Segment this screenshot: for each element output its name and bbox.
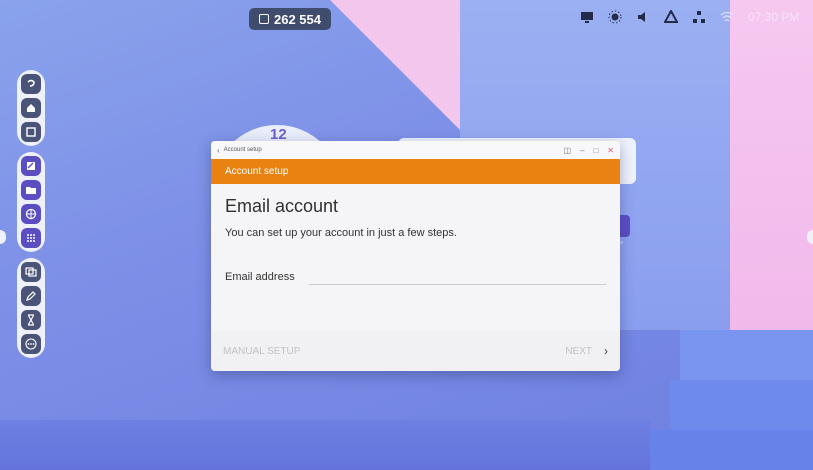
volume-icon[interactable] — [636, 10, 650, 24]
description-text: You can set up your account in just a fe… — [225, 227, 457, 239]
apps-icon[interactable] — [21, 228, 41, 248]
background-shape — [0, 420, 650, 470]
toolbar-group — [17, 70, 45, 146]
next-label: NEXT — [565, 345, 592, 357]
device-counter: 262 554 — [249, 8, 331, 30]
maximize-icon[interactable]: □ — [593, 146, 598, 155]
wifi-icon[interactable] — [720, 10, 734, 24]
home-icon[interactable] — [21, 98, 41, 118]
dialog-footer: MANUAL SETUP NEXT › — [211, 331, 620, 371]
whiteboard-icon[interactable] — [21, 156, 41, 176]
toolbar-group — [17, 258, 45, 358]
dialog-content: Email account You can set up your accoun… — [211, 184, 620, 285]
device-icon — [259, 14, 269, 24]
background-shape — [680, 330, 813, 380]
brightness-icon[interactable] — [608, 10, 622, 24]
next-button[interactable]: NEXT › — [565, 344, 608, 358]
timer-icon[interactable] — [21, 310, 41, 330]
back-icon[interactable] — [21, 74, 41, 94]
background-shape — [730, 0, 813, 330]
account-setup-dialog: ‹ Account setup ◫ – □ ✕ Account setup Em… — [211, 141, 620, 371]
split-view-icon[interactable]: ◫ — [563, 146, 571, 155]
counter-value: 262 554 — [274, 11, 321, 27]
cast-icon[interactable] — [664, 10, 678, 24]
manual-setup-button[interactable]: MANUAL SETUP — [223, 346, 300, 357]
screen-share-icon[interactable] — [21, 262, 41, 282]
email-field-row: Email address — [225, 266, 606, 285]
dialog-header: Account setup — [211, 159, 620, 184]
background-shape — [670, 380, 813, 430]
status-bar: 07:30 PM — [580, 10, 799, 24]
browser-icon[interactable] — [21, 204, 41, 224]
minimize-icon[interactable]: – — [580, 146, 584, 155]
more-icon[interactable] — [21, 334, 41, 354]
background-shape — [330, 0, 460, 130]
annotate-icon[interactable] — [21, 286, 41, 306]
clock-time: 07:30 PM — [748, 10, 800, 24]
email-label: Email address — [225, 271, 295, 283]
window-titlebar: ‹ Account setup ◫ – □ ✕ — [211, 141, 620, 159]
background-shape — [650, 430, 813, 470]
network-icon[interactable] — [692, 10, 706, 24]
side-toolbar — [17, 70, 45, 364]
email-field[interactable] — [308, 266, 606, 285]
chevron-right-icon: › — [604, 344, 608, 358]
toolbar-group — [17, 152, 45, 252]
window-title: Account setup — [223, 147, 262, 153]
window-icon[interactable] — [21, 122, 41, 142]
window-controls: ◫ – □ ✕ — [563, 146, 614, 155]
back-chevron-icon[interactable]: ‹ — [217, 146, 220, 155]
page-title: Email account — [225, 196, 339, 216]
folder-icon[interactable] — [21, 180, 41, 200]
close-icon[interactable]: ✕ — [607, 146, 614, 155]
screen-mirror-icon[interactable] — [580, 10, 594, 24]
right-edge-handle[interactable] — [807, 230, 813, 244]
